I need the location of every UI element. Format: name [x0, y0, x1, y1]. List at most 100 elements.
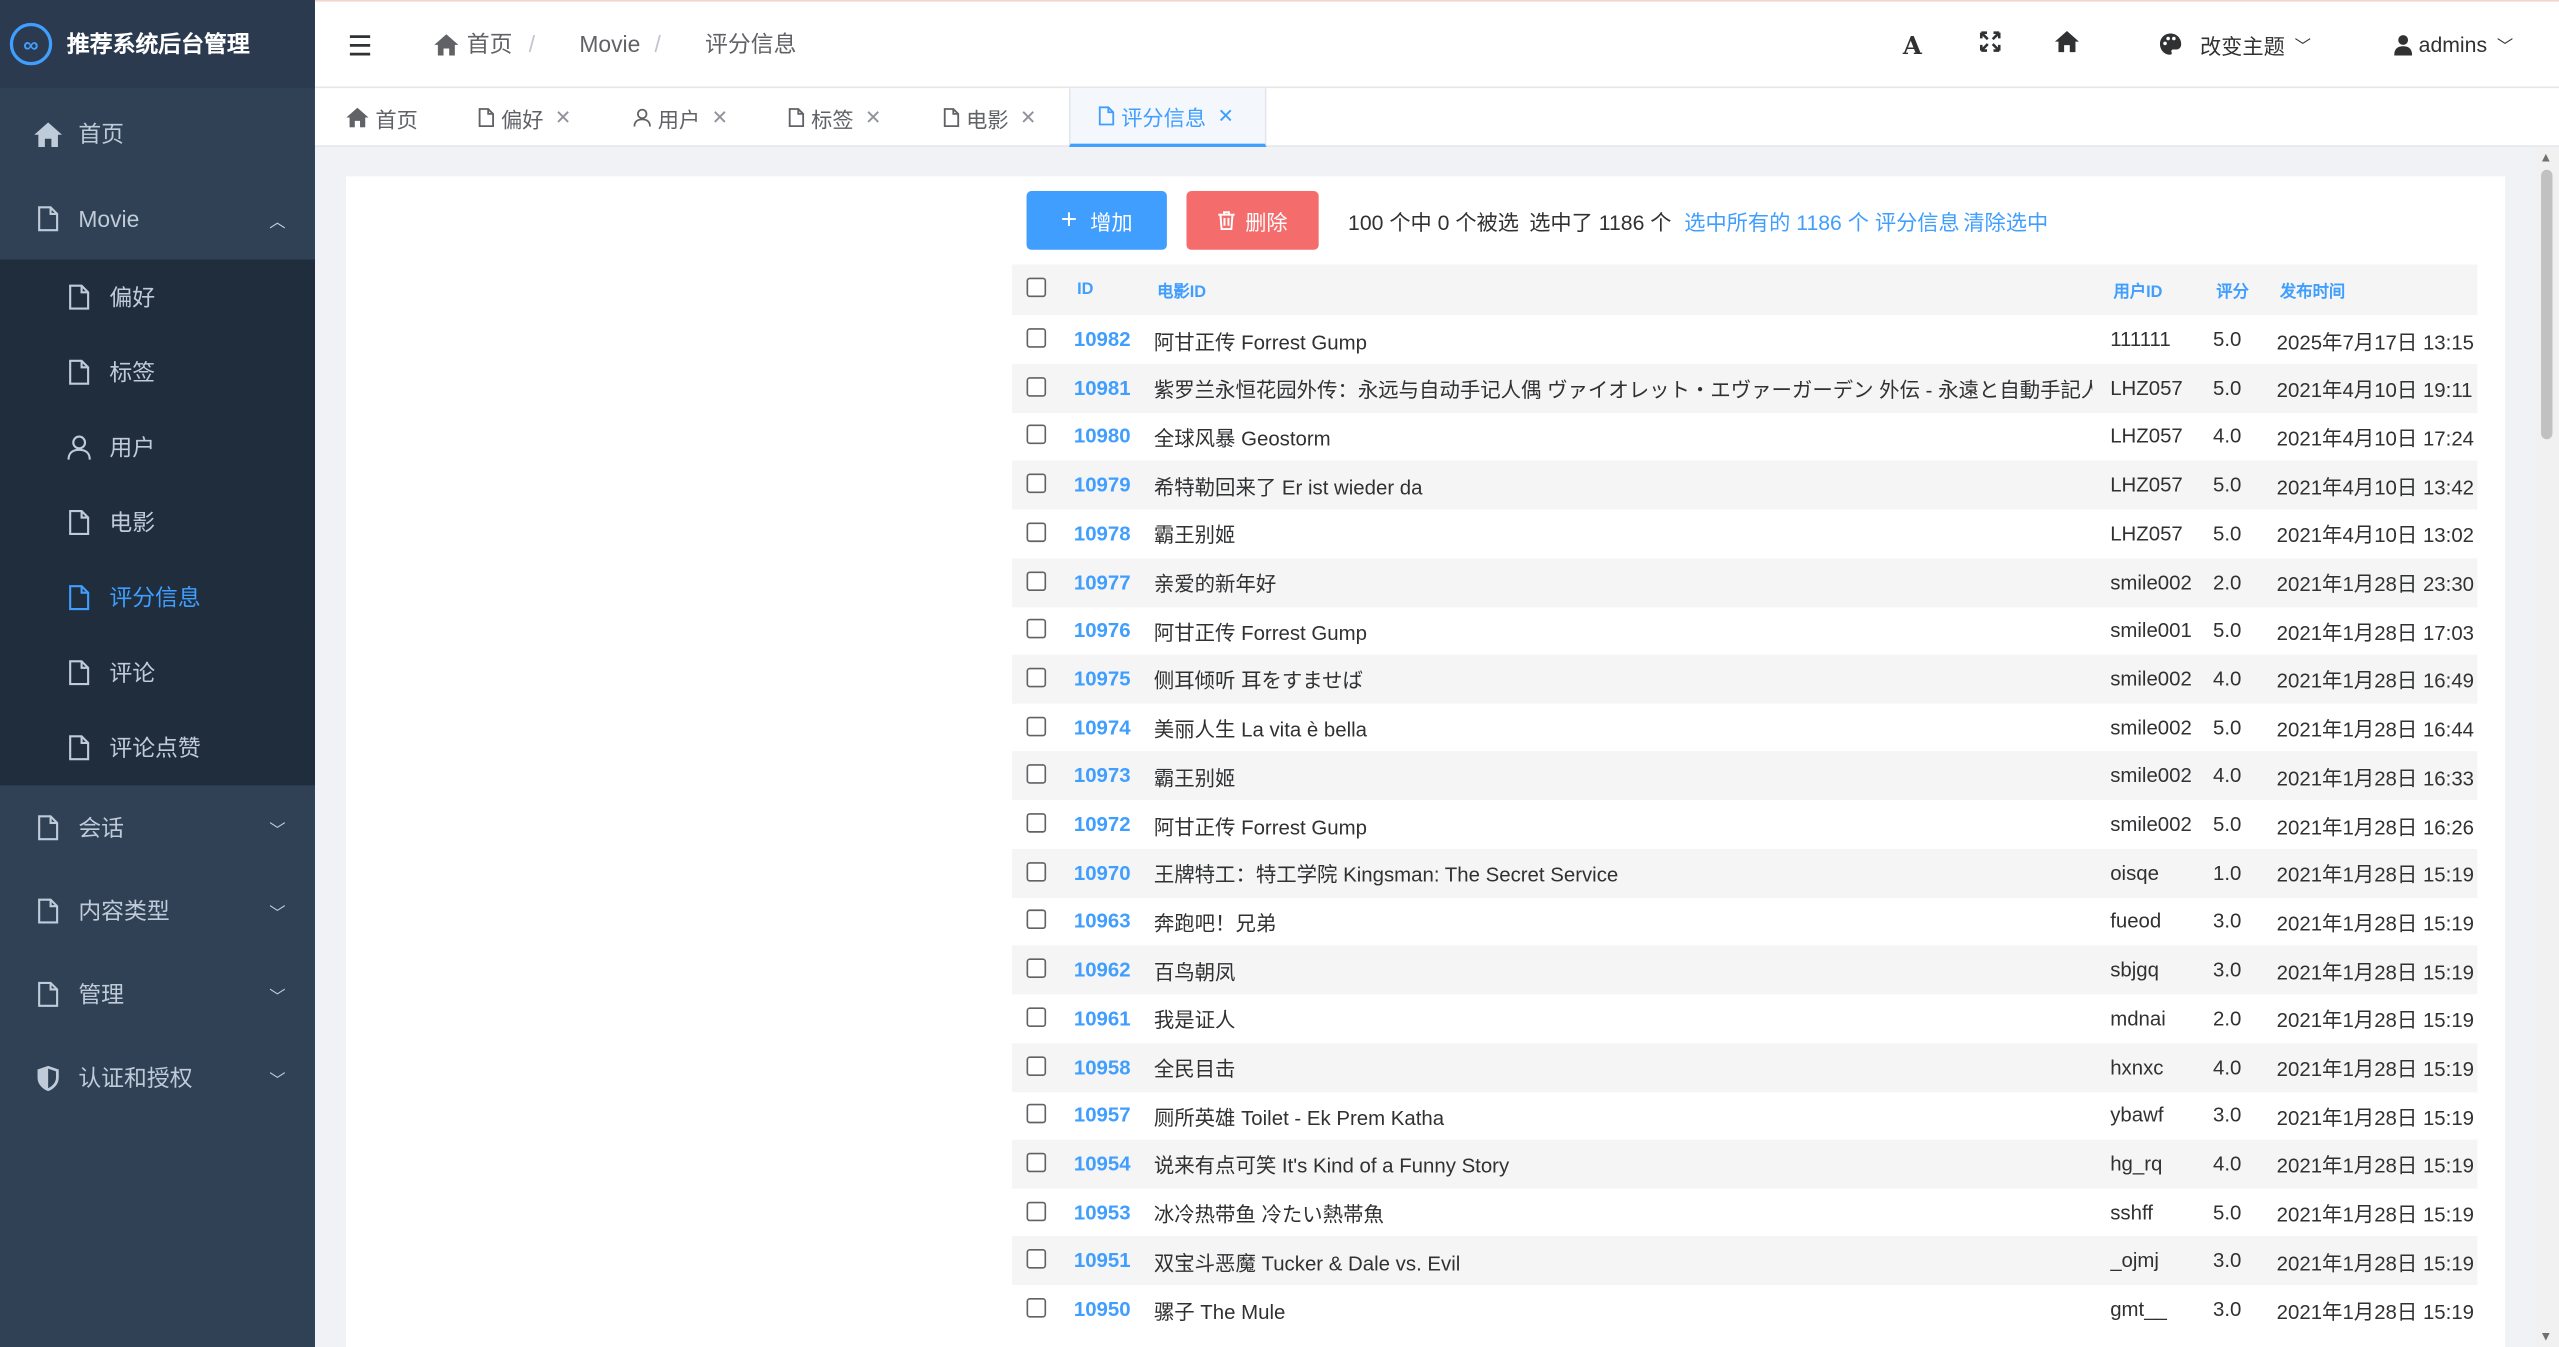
- movie-cell: 我是证人: [1153, 1009, 1236, 1033]
- font-size-icon[interactable]: A: [1903, 31, 1922, 60]
- rating-id-link[interactable]: 10954: [1074, 1139, 1149, 1188]
- rating-id-link[interactable]: 10963: [1074, 897, 1149, 946]
- row-checkbox[interactable]: [1026, 1152, 1047, 1173]
- theme-switcher[interactable]: 改变主题 ﹀: [2159, 2, 2311, 87]
- close-icon[interactable]: ✕: [555, 106, 571, 129]
- row-checkbox[interactable]: [1026, 376, 1047, 397]
- close-icon[interactable]: ✕: [712, 106, 728, 129]
- column-header-id[interactable]: ID: [1077, 265, 1093, 316]
- row-checkbox[interactable]: [1026, 328, 1047, 348]
- sidebar-item-user[interactable]: 用户: [0, 409, 315, 485]
- rating-id-link[interactable]: 10977: [1074, 558, 1149, 607]
- tab-home[interactable]: 首页: [346, 88, 418, 147]
- row-checkbox[interactable]: [1026, 667, 1047, 688]
- brand[interactable]: ∞ 推荐系统后台管理: [0, 0, 315, 89]
- file-icon: [33, 898, 62, 924]
- rating-id-link[interactable]: 10974: [1074, 703, 1149, 752]
- row-checkbox[interactable]: [1026, 861, 1047, 882]
- hamburger-menu-icon[interactable]: ☰: [348, 31, 373, 64]
- trash-icon: [1218, 211, 1235, 231]
- row-checkbox[interactable]: [1026, 570, 1047, 591]
- row-checkbox[interactable]: [1026, 764, 1047, 785]
- sidebar-item-comment-like[interactable]: 评论点赞: [0, 710, 315, 786]
- user-menu[interactable]: admins ﹀: [2394, 2, 2513, 87]
- fullscreen-icon[interactable]: [1979, 31, 2001, 59]
- select-all-checkbox[interactable]: [1026, 277, 1047, 298]
- row-checkbox[interactable]: [1026, 1201, 1047, 1221]
- select-all-link[interactable]: 选中所有的 1186 个 评分信息: [1684, 191, 1959, 250]
- sidebar-item-auth[interactable]: 认证和授权 ﹀: [0, 1035, 315, 1120]
- rating-id-link[interactable]: 10958: [1074, 1042, 1149, 1091]
- row-checkbox[interactable]: [1026, 958, 1047, 979]
- row-checkbox[interactable]: [1026, 1007, 1047, 1027]
- rating-id-link[interactable]: 10981: [1074, 364, 1149, 413]
- sidebar-item-comment[interactable]: 评论: [0, 635, 315, 711]
- sidebar-item-content-type[interactable]: 内容类型 ﹀: [0, 869, 315, 954]
- rating-id-link[interactable]: 10951: [1074, 1236, 1149, 1285]
- column-header-movie[interactable]: 电影ID: [1157, 265, 1206, 316]
- rating-id-link[interactable]: 10970: [1074, 849, 1149, 898]
- scrollbar[interactable]: ▲ ▼: [2534, 146, 2559, 1347]
- sidebar-item-tag[interactable]: 标签: [0, 334, 315, 410]
- time-cell: 2021年1月28日 15:19: [2276, 1300, 2475, 1324]
- movie-cell: 阿甘正传 Forrest Gump: [1153, 330, 1367, 354]
- breadcrumb-movie[interactable]: Movie: [579, 2, 640, 87]
- tab-movie[interactable]: 电影 ✕: [943, 88, 1036, 147]
- sidebar-item-admin[interactable]: 管理 ﹀: [0, 952, 315, 1037]
- sidebar-item-ratings[interactable]: 评分信息: [0, 560, 315, 636]
- row-checkbox[interactable]: [1026, 425, 1047, 445]
- column-header-time[interactable]: 发布时间: [2280, 265, 2345, 316]
- user-cell: _ojmj: [2110, 1249, 2159, 1273]
- rating-id-link[interactable]: 10980: [1074, 412, 1149, 461]
- rating-id-link[interactable]: 10972: [1074, 800, 1149, 849]
- tab-preference[interactable]: 偏好 ✕: [478, 88, 571, 147]
- rating-id-link[interactable]: 10979: [1074, 461, 1149, 510]
- rating-id-link[interactable]: 10961: [1074, 994, 1149, 1043]
- row-checkbox[interactable]: [1026, 522, 1047, 542]
- row-checkbox[interactable]: [1026, 619, 1047, 639]
- tab-ratings[interactable]: 评分信息 ✕: [1068, 88, 1267, 147]
- table-row: 10974 美丽人生 La vita è bella smile002 5.0 2021…: [1012, 703, 2478, 752]
- row-checkbox[interactable]: [1026, 1104, 1047, 1124]
- rating-id-link[interactable]: 10976: [1074, 606, 1149, 655]
- row-checkbox[interactable]: [1026, 716, 1047, 736]
- tab-tag[interactable]: 标签 ✕: [788, 88, 881, 147]
- row-checkbox[interactable]: [1026, 1055, 1047, 1076]
- rating-id-link[interactable]: 10973: [1074, 752, 1149, 801]
- delete-button[interactable]: 删除: [1186, 191, 1319, 250]
- rating-id-link[interactable]: 10953: [1074, 1188, 1149, 1237]
- row-checkbox[interactable]: [1026, 1298, 1047, 1318]
- home-icon[interactable]: [2054, 31, 2079, 59]
- row-checkbox[interactable]: [1026, 910, 1047, 930]
- scrollbar-thumb[interactable]: [2541, 169, 2553, 440]
- sidebar-item-home[interactable]: 首页: [0, 91, 315, 176]
- column-header-user[interactable]: 用户ID: [2113, 265, 2162, 316]
- tab-user[interactable]: 用户 ✕: [633, 88, 728, 147]
- add-button[interactable]: + 增加: [1026, 191, 1167, 250]
- close-icon[interactable]: ✕: [1218, 104, 1234, 127]
- clear-selection-link[interactable]: 清除选中: [1963, 191, 2048, 250]
- score-cell: 5.0: [2213, 813, 2242, 836]
- row-checkbox[interactable]: [1026, 1249, 1047, 1270]
- rating-id-link[interactable]: 10975: [1074, 655, 1149, 704]
- column-header-score[interactable]: 评分: [2216, 265, 2249, 316]
- rating-id-link[interactable]: 10957: [1074, 1091, 1149, 1140]
- table-header: ID 电影ID 用户ID 评分 发布时间: [1011, 264, 2478, 316]
- rating-id-link[interactable]: 10950: [1074, 1285, 1149, 1334]
- rating-id-link[interactable]: 10978: [1074, 509, 1149, 558]
- sidebar-item-preference[interactable]: 偏好: [0, 259, 315, 335]
- scroll-down-icon[interactable]: ▼: [2539, 1329, 2552, 1344]
- breadcrumb-home[interactable]: 首页: [434, 2, 512, 87]
- rating-id-link[interactable]: 10982: [1074, 315, 1149, 364]
- sidebar-item-movie[interactable]: Movie ︿: [0, 176, 315, 261]
- close-icon[interactable]: ✕: [1020, 106, 1036, 129]
- selection-count: 100 个中 0 个被选: [1348, 209, 1520, 235]
- row-checkbox[interactable]: [1026, 473, 1047, 494]
- sidebar-item-label: 电影: [109, 509, 156, 536]
- sidebar-item-session[interactable]: 会话 ﹀: [0, 785, 315, 870]
- scroll-up-icon[interactable]: ▲: [2539, 150, 2552, 165]
- row-checkbox[interactable]: [1026, 813, 1047, 833]
- close-icon[interactable]: ✕: [865, 106, 881, 129]
- sidebar-item-movie-list[interactable]: 电影: [0, 484, 315, 561]
- rating-id-link[interactable]: 10962: [1074, 946, 1149, 995]
